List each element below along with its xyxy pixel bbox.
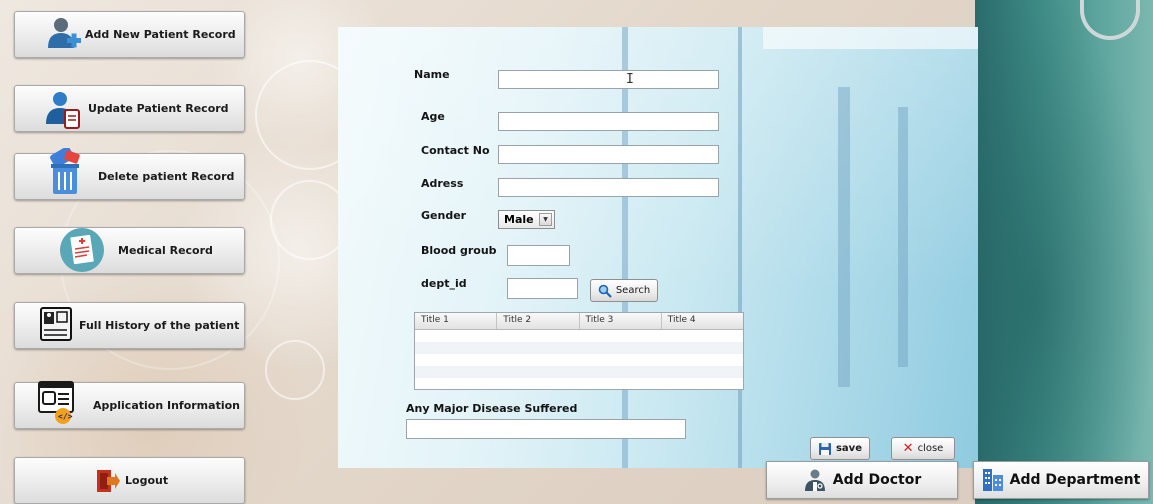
address-label: Adress bbox=[421, 177, 464, 190]
application-information-label: Application Information bbox=[93, 399, 240, 412]
delete-patient-record-button[interactable]: Delete patient Record bbox=[14, 148, 245, 200]
application-information-button[interactable]: </> Application Information bbox=[14, 381, 245, 429]
table-row[interactable] bbox=[415, 366, 743, 378]
chevron-down-icon[interactable]: ▼ bbox=[539, 213, 552, 226]
medical-record-icon bbox=[60, 228, 104, 272]
background-ring bbox=[265, 340, 325, 400]
building-icon bbox=[982, 469, 1003, 491]
doctor-icon bbox=[804, 469, 825, 491]
add-department-label: Add Department bbox=[1009, 472, 1141, 488]
table-header-title-3[interactable]: Title 3 bbox=[580, 313, 662, 329]
save-button[interactable]: save bbox=[810, 437, 870, 460]
table-row[interactable] bbox=[415, 354, 743, 366]
gender-select[interactable]: Male ▼ bbox=[498, 210, 555, 229]
age-input[interactable] bbox=[498, 112, 719, 131]
panel-pillar bbox=[898, 107, 908, 367]
panel-pillar bbox=[738, 27, 742, 468]
name-label: Name bbox=[414, 68, 450, 81]
address-input[interactable] bbox=[498, 178, 719, 197]
logout-icon bbox=[97, 470, 120, 492]
delete-record-icon bbox=[50, 148, 80, 194]
panel-pillar bbox=[622, 27, 628, 468]
add-doctor-button[interactable]: Add Doctor bbox=[766, 461, 958, 499]
major-disease-label: Any Major Disease Suffered bbox=[406, 402, 578, 415]
delete-patient-record-label: Delete patient Record bbox=[98, 170, 235, 183]
add-patient-icon bbox=[48, 18, 81, 48]
blood-group-input[interactable] bbox=[507, 245, 570, 266]
medical-record-label: Medical Record bbox=[118, 244, 213, 257]
table-row[interactable] bbox=[415, 330, 743, 342]
gender-label: Gender bbox=[421, 209, 467, 222]
full-history-label: Full History of the patient bbox=[79, 319, 240, 332]
background-doctor-photo bbox=[975, 0, 1153, 504]
table-row[interactable] bbox=[415, 342, 743, 354]
age-label: Age bbox=[421, 110, 445, 123]
contact-no-label: Contact No bbox=[421, 144, 490, 157]
patients-table[interactable]: Title 1 Title 2 Title 3 Title 4 bbox=[414, 312, 744, 390]
add-new-patient-record-label: Add New Patient Record bbox=[85, 28, 236, 41]
search-icon bbox=[598, 284, 612, 298]
contact-no-input[interactable] bbox=[498, 145, 719, 164]
table-header-title-1[interactable]: Title 1 bbox=[415, 313, 498, 329]
table-header-title-4[interactable]: Title 4 bbox=[662, 313, 743, 329]
search-button[interactable]: Search bbox=[590, 279, 658, 302]
update-patient-record-button[interactable]: Update Patient Record bbox=[14, 85, 245, 132]
table-header: Title 1 Title 2 Title 3 Title 4 bbox=[415, 313, 743, 330]
medical-record-button[interactable]: Medical Record bbox=[14, 227, 245, 274]
gender-selected-value: Male bbox=[504, 213, 534, 226]
svg-text:</>: </> bbox=[58, 412, 73, 421]
close-icon: ✕ bbox=[902, 441, 914, 456]
blood-group-label: Blood groub bbox=[421, 244, 497, 257]
update-patient-icon bbox=[46, 92, 80, 129]
close-button[interactable]: ✕ close bbox=[891, 437, 955, 460]
name-input[interactable] bbox=[498, 70, 719, 89]
add-department-button[interactable]: Add Department bbox=[973, 461, 1149, 499]
panel-ceiling bbox=[763, 27, 978, 49]
add-new-patient-record-button[interactable]: Add New Patient Record bbox=[14, 11, 245, 58]
search-button-label: Search bbox=[615, 285, 651, 296]
logout-label: Logout bbox=[125, 474, 169, 487]
add-doctor-label: Add Doctor bbox=[832, 472, 922, 488]
application-info-icon: </> bbox=[38, 381, 74, 424]
table-header-title-2[interactable]: Title 2 bbox=[497, 313, 580, 329]
text-cursor-icon: I bbox=[626, 72, 634, 87]
dept-id-label: dept_id bbox=[421, 277, 467, 290]
floppy-disk-icon bbox=[818, 442, 831, 455]
close-button-label: close bbox=[917, 443, 944, 454]
update-patient-record-label: Update Patient Record bbox=[88, 102, 229, 115]
save-button-label: save bbox=[835, 443, 862, 454]
logout-button[interactable]: Logout bbox=[14, 457, 245, 504]
table-row[interactable] bbox=[415, 378, 743, 390]
patient-history-icon bbox=[40, 307, 72, 341]
major-disease-input[interactable] bbox=[406, 419, 686, 439]
panel-pillar bbox=[838, 87, 850, 387]
full-history-button[interactable]: Full History of the patient bbox=[14, 302, 245, 349]
dept-id-input[interactable] bbox=[507, 278, 578, 299]
